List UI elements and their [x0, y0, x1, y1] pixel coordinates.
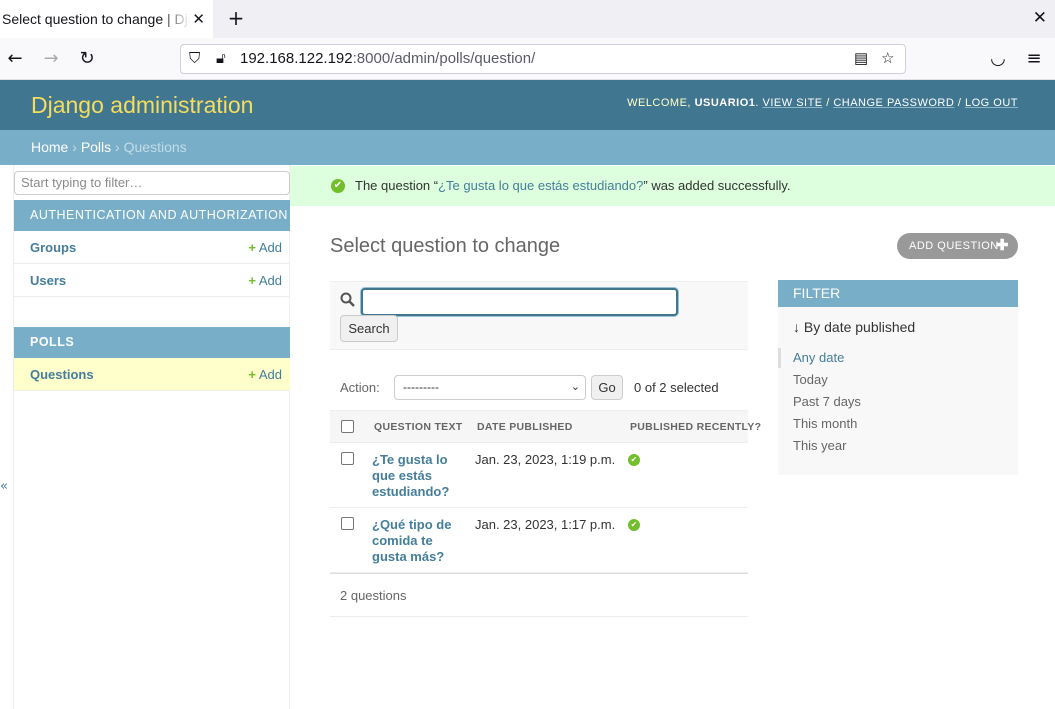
table-header: Question text Date published Published r… — [330, 410, 761, 443]
published-recently-yes-icon: ✔ — [628, 519, 640, 531]
filter-selected-marker — [778, 348, 781, 368]
column-date-published[interactable]: Date published — [477, 421, 573, 433]
actions-bar: Action: --------- ⌄ Go 0 of 2 selected — [330, 370, 748, 406]
sidebar-item-label[interactable]: Groups — [30, 240, 76, 255]
plus-icon: + — [248, 367, 256, 382]
add-groups-link[interactable]: + Add — [248, 231, 282, 264]
breadcrumb-home[interactable]: Home — [31, 139, 68, 155]
nav-sidebar: Start typing to filter… Authentication a… — [13, 165, 290, 709]
column-published-recently[interactable]: Published recently? — [630, 421, 761, 433]
add-label: Add — [258, 273, 282, 288]
bookmark-star-icon[interactable]: ☆ — [881, 45, 894, 73]
add-question-label: Add question — [909, 240, 999, 252]
filter-option-any-date[interactable]: Any date — [793, 350, 844, 365]
paginator: 2 questions — [330, 573, 748, 617]
url-host: 192.168.122.192 — [240, 50, 353, 67]
success-message: ✔ The question “¿Te gusta lo que estás e… — [290, 166, 1055, 206]
browser-tab-bar: Select question to change | Django site … — [0, 0, 1055, 38]
filter-option-past-7-days[interactable]: Past 7 days — [793, 394, 861, 409]
view-site-link[interactable]: View site — [763, 97, 823, 109]
add-label: Add — [258, 367, 282, 382]
welcome-text: Welcome, — [627, 97, 691, 109]
back-arrow-icon[interactable]: ← — [3, 47, 27, 71]
add-label: Add — [258, 240, 282, 255]
table-row: ¿Qué tipo de comida te gusta más? Jan. 2… — [330, 508, 748, 573]
url-text: 192.168.122.192:8000/admin/polls/questio… — [240, 45, 535, 73]
app-caption-polls[interactable]: Polls — [14, 327, 290, 358]
success-check-icon: ✔ — [331, 179, 345, 193]
insecure-lock-icon[interactable]: 🔓︎ — [216, 45, 226, 73]
change-password-link[interactable]: Change password — [833, 97, 954, 109]
row-checkbox[interactable] — [341, 452, 354, 465]
plus-icon: ✚ — [995, 237, 1009, 254]
select-all-checkbox[interactable] — [341, 420, 354, 433]
selection-counter: 0 of 2 selected — [634, 380, 719, 395]
page-title: Select question to change — [330, 235, 561, 257]
search-input[interactable] — [361, 288, 678, 316]
site-header: Django administration Welcome, usuario1.… — [0, 80, 1055, 130]
chevron-down-icon: ⌄ — [570, 381, 580, 393]
filter-section-date-published: ↓ By date published — [793, 319, 916, 335]
search-icon — [340, 292, 355, 311]
sidebar-item-label[interactable]: Questions — [30, 367, 94, 382]
add-users-link[interactable]: + Add — [248, 264, 282, 297]
date-published: Jan. 23, 2023, 1:19 p.m. — [475, 452, 616, 467]
breadcrumb: Home › Polls › Questions — [0, 130, 1055, 165]
sidebar-item-questions[interactable]: Questions + Add — [14, 358, 290, 391]
reader-view-icon[interactable]: ▤ — [854, 45, 868, 73]
changelist-filter: Filter ↓ By date published Any date Toda… — [778, 280, 1018, 475]
plus-icon: + — [248, 240, 256, 255]
row-checkbox[interactable] — [341, 517, 354, 530]
window-close-button[interactable]: ✕ — [1033, 8, 1047, 28]
breadcrumb-current: Questions — [123, 139, 187, 155]
filter-option-this-year[interactable]: This year — [793, 438, 846, 453]
plus-icon: + — [248, 273, 256, 288]
published-recently-yes-icon: ✔ — [628, 454, 640, 466]
close-icon[interactable]: ✕ — [192, 10, 205, 28]
action-label: Action: — [340, 380, 380, 395]
pocket-icon[interactable]: ◡ — [986, 47, 1010, 71]
action-select[interactable]: --------- ⌄ — [394, 375, 586, 400]
message-question-link[interactable]: ¿Te gusta lo que estás estudiando? — [438, 178, 643, 193]
date-published: Jan. 23, 2023, 1:17 p.m. — [475, 517, 616, 532]
go-button[interactable]: Go — [591, 375, 623, 400]
browser-tab[interactable]: Select question to change | Django site … — [0, 0, 213, 38]
add-question-button[interactable]: Add question ✚ — [897, 233, 1018, 259]
address-bar[interactable]: ⛉ 🔓︎ 192.168.122.192:8000/admin/polls/qu… — [180, 44, 906, 74]
menu-icon[interactable]: ≡ — [1022, 47, 1046, 71]
new-tab-button[interactable]: + — [224, 7, 248, 31]
message-prefix: The question “ — [355, 178, 439, 193]
table-row: ¿Te gusta lo que estás estudiando? Jan. … — [330, 443, 748, 508]
app-caption-auth[interactable]: Authentication and Authorization — [14, 200, 290, 231]
tab-title: Select question to change | Django site … — [2, 11, 190, 27]
filter-option-today[interactable]: Today — [793, 372, 828, 387]
sidebar-item-groups[interactable]: Groups + Add — [14, 231, 290, 264]
forward-arrow-icon: → — [43, 48, 59, 69]
filter-title: Filter — [778, 280, 1018, 307]
question-link[interactable]: ¿Qué tipo de comida te gusta más? — [372, 517, 462, 565]
search-button[interactable]: Search — [340, 315, 398, 342]
search-toolbar: Search — [330, 281, 748, 350]
breadcrumb-polls[interactable]: Polls — [81, 139, 111, 155]
username: usuario1 — [694, 97, 756, 109]
sidebar-item-label[interactable]: Users — [30, 273, 66, 288]
filter-option-this-month[interactable]: This month — [793, 416, 857, 431]
site-brand[interactable]: Django administration — [31, 92, 253, 119]
browser-nav-bar: ← → ↻ ⛉ 🔓︎ 192.168.122.192:8000/admin/po… — [0, 38, 1055, 80]
log-out-link[interactable]: Log out — [965, 97, 1018, 109]
url-path: :8000/admin/polls/question/ — [352, 50, 536, 67]
add-questions-link[interactable]: + Add — [248, 358, 282, 391]
action-selected-option: --------- — [403, 380, 439, 394]
column-question-text[interactable]: Question text — [374, 421, 463, 433]
sidebar-item-users[interactable]: Users + Add — [14, 264, 290, 297]
message-suffix: ” was added successfully. — [643, 178, 791, 193]
shield-icon[interactable]: ⛉ — [189, 45, 200, 73]
user-tools: Welcome, usuario1. View site / Change pa… — [627, 97, 1018, 109]
reload-icon[interactable]: ↻ — [75, 47, 99, 71]
sidebar-toggle-button[interactable]: « — [0, 479, 8, 494]
sidebar-filter-input[interactable]: Start typing to filter… — [14, 171, 290, 195]
question-link[interactable]: ¿Te gusta lo que estás estudiando? — [372, 452, 462, 500]
